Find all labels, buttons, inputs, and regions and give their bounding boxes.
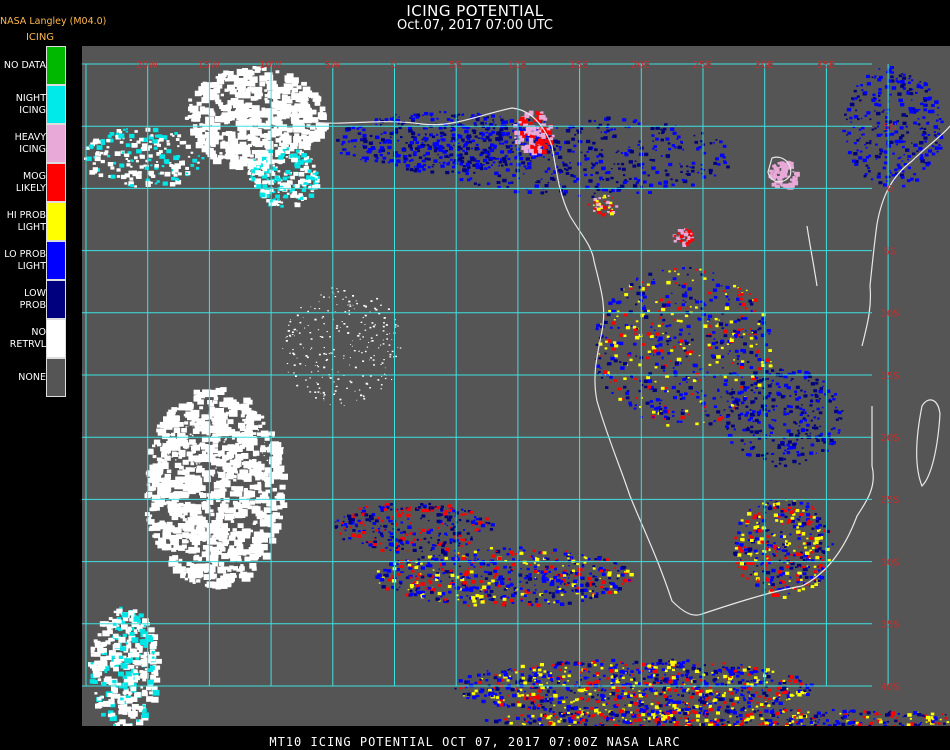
legend-swatch bbox=[46, 280, 66, 319]
icing-map[interactable]: 20W 15W 10W 5W 0 5E 10E 15E 20E 25E 30E 35E 5N 0 5S 10S… bbox=[82, 46, 950, 726]
lon-label: 35E bbox=[816, 60, 835, 71]
lon-label: 10E bbox=[508, 60, 527, 71]
legend-label: NO RETRVL bbox=[9, 326, 46, 350]
lon-label: 5W bbox=[324, 60, 340, 71]
legend-swatch bbox=[46, 319, 66, 358]
lat-label: 25S bbox=[880, 495, 899, 506]
lon-label: 5E bbox=[449, 60, 462, 71]
legend-swatch bbox=[46, 85, 66, 124]
lat-label: 5S bbox=[884, 246, 897, 257]
legend-label: MOG LIKELY bbox=[15, 170, 46, 194]
lon-label: 20W bbox=[136, 60, 159, 71]
legend-swatch bbox=[46, 46, 66, 85]
map-timestamp: Oct.07, 2017 07:00 UTC bbox=[397, 18, 553, 33]
lon-label: 15E bbox=[569, 60, 588, 71]
provider-label: NASA Langley (M04.0) bbox=[0, 16, 107, 27]
legend-label: LOW PROB bbox=[19, 287, 46, 311]
lat-label: 5N bbox=[883, 122, 897, 133]
legend-label: NONE bbox=[18, 371, 46, 383]
lat-label: 40S bbox=[880, 682, 899, 693]
legend-swatch bbox=[46, 241, 66, 280]
legend-label: NO DATA bbox=[3, 59, 46, 71]
legend-swatch bbox=[46, 202, 66, 241]
lon-label: 25E bbox=[693, 60, 712, 71]
lat-label: 30S bbox=[880, 557, 899, 568]
lon-label: 0 bbox=[391, 60, 397, 71]
product-label: ICING bbox=[25, 32, 55, 43]
lat-label: 20S bbox=[880, 433, 899, 444]
icing-legend: NO DATA NIGHT ICING HEAVY ICING MOG LIKELY HI P… bbox=[0, 46, 66, 397]
lon-label: 30E bbox=[754, 60, 773, 71]
legend-label: LO PROB LIGHT bbox=[4, 248, 46, 272]
lat-label: 0 bbox=[887, 184, 893, 195]
legend-label: HEAVY ICING bbox=[14, 131, 46, 155]
legend-swatch bbox=[46, 124, 66, 163]
lat-label: 10S bbox=[880, 309, 899, 320]
legend-item: MOG LIKELY bbox=[0, 163, 66, 202]
lon-label: 20E bbox=[631, 60, 650, 71]
legend-label: HI PROB LIGHT bbox=[6, 209, 46, 233]
footer-caption: MT10 ICING POTENTIAL OCT 07, 2017 07:00Z… bbox=[269, 735, 681, 749]
legend-item: NO DATA bbox=[0, 46, 66, 85]
legend-item: HEAVY ICING bbox=[0, 124, 66, 163]
legend-item: LOW PROB bbox=[0, 280, 66, 319]
legend-label: NIGHT ICING bbox=[15, 92, 46, 116]
legend-item: HI PROB LIGHT bbox=[0, 202, 66, 241]
lon-label: 10W bbox=[259, 60, 282, 71]
legend-item: NONE bbox=[0, 358, 66, 397]
legend-swatch bbox=[46, 163, 66, 202]
legend-item: NIGHT ICING bbox=[0, 85, 66, 124]
legend-swatch bbox=[46, 358, 66, 397]
lat-label: 15S bbox=[880, 371, 899, 382]
lon-label: 15W bbox=[197, 60, 220, 71]
lat-label: 35S bbox=[880, 620, 899, 631]
legend-item: LO PROB LIGHT bbox=[0, 241, 66, 280]
legend-item: NO RETRVL bbox=[0, 319, 66, 358]
